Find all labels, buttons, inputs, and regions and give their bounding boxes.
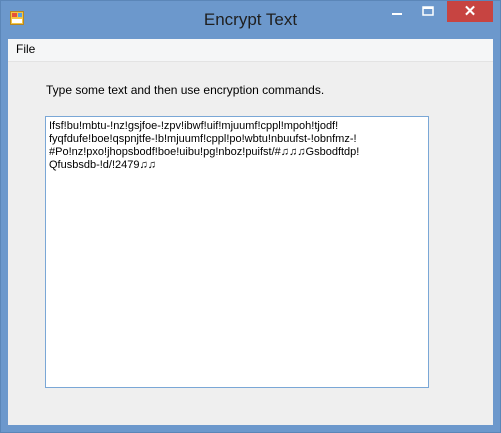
menu-bar: File <box>8 39 493 62</box>
menu-file[interactable]: File <box>14 42 37 56</box>
instruction-label: Type some text and then use encryption c… <box>46 83 325 97</box>
text-input-content[interactable]: Ifsf!bu!mbtu-!nz!gsjfoe-!zpv!ibwf!uif!mj… <box>49 120 425 172</box>
maximize-button[interactable] <box>413 1 443 25</box>
minimize-icon <box>392 13 402 15</box>
client-area: File Type some text and then use encrypt… <box>8 39 493 425</box>
maximize-icon <box>422 6 434 16</box>
close-icon: ✕ <box>463 3 477 20</box>
minimize-button[interactable] <box>382 1 412 25</box>
app-window: Encrypt Text ✕ File Type some text and t… <box>0 0 501 433</box>
close-button[interactable]: ✕ <box>447 1 493 22</box>
title-bar[interactable]: Encrypt Text ✕ <box>1 1 500 39</box>
text-input-area[interactable]: Ifsf!bu!mbtu-!nz!gsjfoe-!zpv!ibwf!uif!mj… <box>45 116 429 388</box>
